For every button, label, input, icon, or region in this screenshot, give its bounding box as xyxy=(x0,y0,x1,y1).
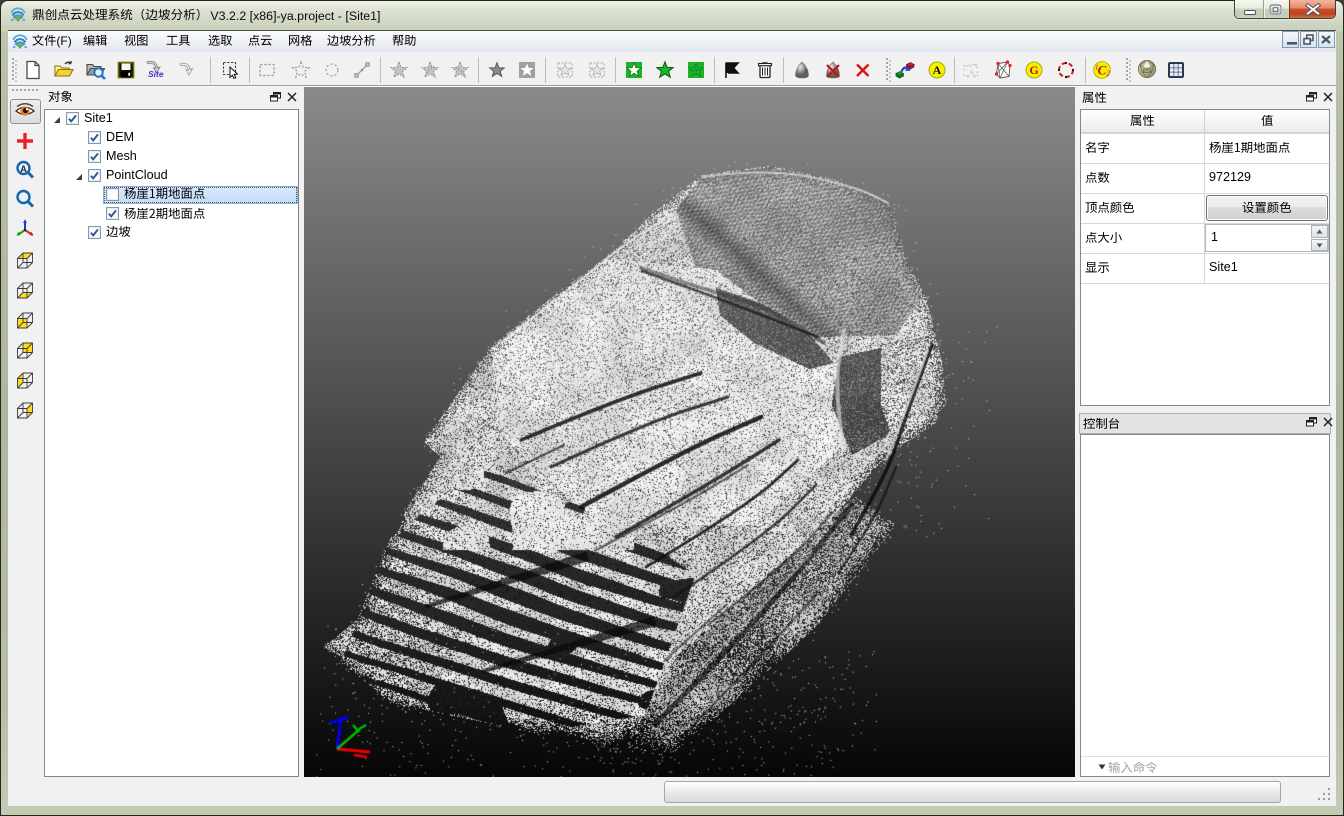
svg-text:2: 2 xyxy=(1106,70,1110,78)
svg-text:A: A xyxy=(933,63,942,77)
svg-text:G: G xyxy=(1029,63,1038,77)
svg-text:A: A xyxy=(20,164,27,174)
svg-text:Site: Site xyxy=(148,69,164,79)
